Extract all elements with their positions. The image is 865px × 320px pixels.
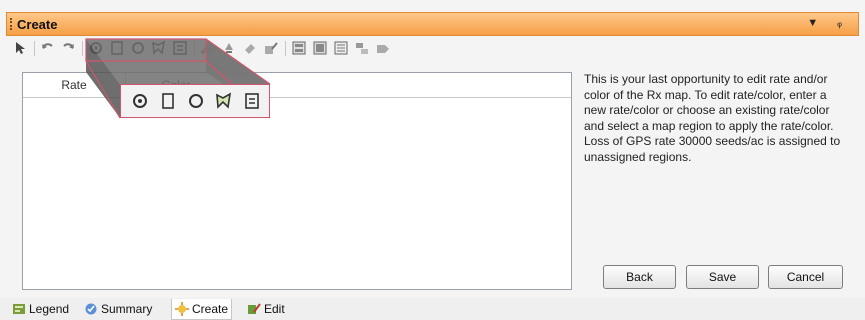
- tab-summary-label: Summary: [101, 302, 153, 316]
- layers-icon[interactable]: [333, 40, 349, 56]
- tab-create-label: Create: [192, 302, 229, 316]
- split-icon[interactable]: [354, 40, 370, 56]
- toolbar-separator: [285, 41, 286, 56]
- rectangle-select-zoom-icon: [159, 92, 177, 110]
- panel-title: Create: [17, 17, 58, 32]
- summary-icon: [84, 302, 98, 316]
- tab-create[interactable]: Create: [171, 299, 233, 320]
- panel-title-bar: Create ▼ ᵩ: [6, 12, 859, 36]
- paint-bucket-icon[interactable]: [200, 40, 216, 56]
- pin-icon[interactable]: ᵩ: [837, 17, 850, 29]
- region-select-icon[interactable]: [172, 40, 188, 56]
- tag-icon[interactable]: [375, 40, 391, 56]
- table-view-icon[interactable]: [312, 40, 328, 56]
- back-button[interactable]: Back: [603, 265, 676, 289]
- edit-region-icon[interactable]: [263, 40, 279, 56]
- toolbar-separator: [82, 41, 83, 56]
- map-toolbar: [12, 38, 452, 60]
- title-controls: ▼ ᵩ: [807, 17, 850, 29]
- drag-grip[interactable]: [10, 18, 15, 30]
- polygon-select-icon[interactable]: [151, 40, 167, 56]
- tab-edit-label: Edit: [264, 302, 285, 316]
- region-select-zoom-icon: [243, 92, 261, 110]
- point-select-zoom-icon: [131, 92, 149, 110]
- tab-summary[interactable]: Summary: [84, 299, 152, 319]
- column-header-rate[interactable]: Rate: [23, 73, 126, 97]
- edit-icon: [247, 302, 261, 316]
- grid-view-icon[interactable]: [291, 40, 307, 56]
- legend-icon: [12, 302, 26, 316]
- toolbar-separator: [34, 41, 35, 56]
- circle-select-icon[interactable]: [130, 40, 146, 56]
- select-pointer-icon[interactable]: [12, 40, 28, 56]
- tab-legend[interactable]: Legend: [12, 299, 69, 319]
- cancel-button[interactable]: Cancel: [768, 265, 843, 289]
- rectangle-select-icon[interactable]: [109, 40, 125, 56]
- fill-region-icon[interactable]: [221, 40, 237, 56]
- zoomed-selection-tools: [120, 84, 270, 118]
- bottom-tab-strip: Legend Summary Create Edit: [0, 298, 865, 320]
- toolbar-separator: [194, 41, 195, 56]
- point-select-icon[interactable]: [88, 40, 104, 56]
- eraser-icon[interactable]: [242, 40, 258, 56]
- instruction-text: This is your last opportunity to edit ra…: [584, 72, 841, 164]
- redo-icon[interactable]: [60, 40, 76, 56]
- circle-select-zoom-icon: [187, 92, 205, 110]
- tab-edit[interactable]: Edit: [247, 299, 285, 319]
- dropdown-arrow-icon[interactable]: ▼: [807, 17, 826, 29]
- table-header: Rate Color: [23, 73, 571, 98]
- undo-icon[interactable]: [40, 40, 56, 56]
- create-icon: [175, 302, 189, 316]
- rate-color-table[interactable]: Rate Color: [22, 72, 572, 290]
- polygon-select-zoom-icon: [215, 92, 233, 110]
- save-button[interactable]: Save: [686, 265, 759, 289]
- tab-legend-label: Legend: [29, 302, 70, 316]
